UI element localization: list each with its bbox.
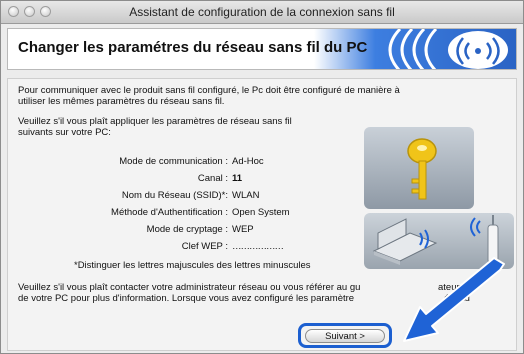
setup-assistant-window: Assistant de configuration de la connexi… xyxy=(0,0,524,354)
next-button[interactable]: Suivant > xyxy=(305,329,385,343)
title-bar: Assistant de configuration de la connexi… xyxy=(1,1,523,24)
page-header: Changer les paramétres du réseau sans fi… xyxy=(7,28,517,70)
content-panel: Pour communiquer avec le produit sans fi… xyxy=(7,78,517,351)
arrow-pointer-icon xyxy=(403,257,505,342)
window-title: Assistant de configuration de la connexi… xyxy=(129,5,395,19)
page-title: Changer les paramétres du réseau sans fi… xyxy=(18,39,368,56)
next-button-focus-ring: Suivant > xyxy=(298,323,392,348)
